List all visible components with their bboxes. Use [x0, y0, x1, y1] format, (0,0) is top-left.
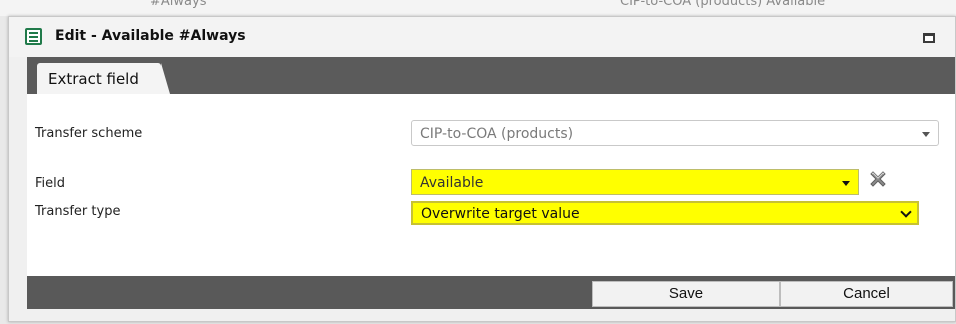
field-select[interactable]: Available	[411, 169, 859, 195]
field-value: Available	[420, 175, 484, 191]
save-button[interactable]: Save	[592, 281, 780, 307]
background-window-strip: #Always CIP-to-COA (products) Available	[0, 0, 956, 16]
transfer-type-value: Overwrite target value	[421, 206, 580, 222]
transfer-scheme-label: Transfer scheme	[35, 126, 143, 141]
background-right-text: CIP-to-COA (products) Available	[620, 0, 826, 9]
tab-label: Extract field	[48, 70, 139, 88]
tab-extract-field[interactable]: Extract field	[37, 63, 170, 94]
chevron-down-icon	[900, 206, 912, 218]
background-left-text: #Always	[150, 0, 207, 9]
form-icon	[25, 28, 42, 45]
cancel-button[interactable]: Cancel	[780, 281, 953, 307]
tab-bar: Extract field	[27, 57, 955, 94]
transfer-type-label: Transfer type	[35, 204, 121, 219]
dialog-footer: Save Cancel	[27, 276, 955, 309]
transfer-scheme-value: CIP-to-COA (products)	[420, 126, 574, 142]
clear-x-icon[interactable]	[867, 168, 889, 190]
form-panel: Transfer scheme CIP-to-COA (products) Fi…	[27, 94, 955, 276]
edit-dialog: Edit - Available #Always Extract field T…	[8, 16, 956, 322]
transfer-scheme-select[interactable]: CIP-to-COA (products)	[411, 120, 939, 146]
dropdown-arrow-icon	[842, 181, 850, 186]
maximize-icon[interactable]	[923, 33, 935, 43]
field-label: Field	[35, 176, 66, 191]
dialog-titlebar[interactable]: Edit - Available #Always	[9, 17, 955, 57]
transfer-type-select[interactable]: Overwrite target value	[411, 201, 919, 225]
dialog-title: Edit - Available #Always	[55, 28, 246, 44]
dropdown-arrow-icon	[922, 132, 930, 137]
